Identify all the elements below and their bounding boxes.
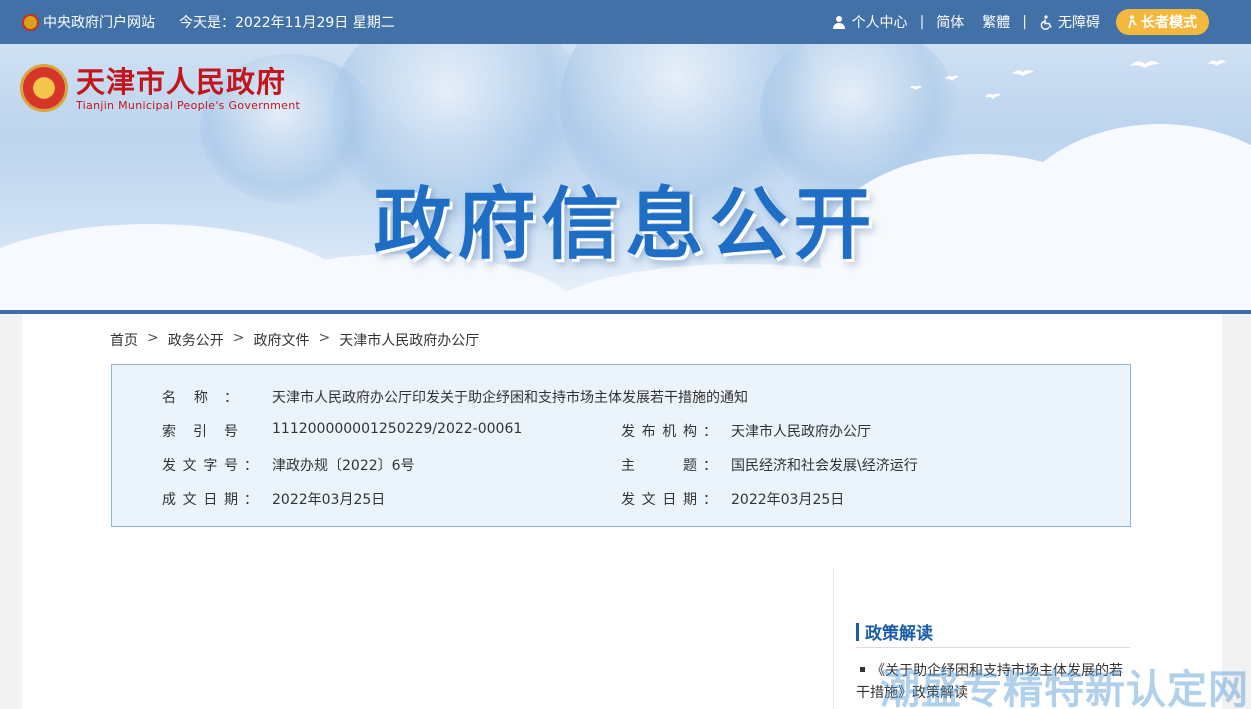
site-logo[interactable]: 天津市人民政府 Tianjin Municipal People's Gover… <box>20 64 300 112</box>
divider: | <box>919 14 925 30</box>
breadcrumb-general-office[interactable]: 天津市人民政府办公厅 <box>339 330 479 350</box>
breadcrumb-separator: > <box>147 330 159 346</box>
breadcrumb: 首页 > 政务公开 > 政府文件 > 天津市人民政府办公厅 <box>110 330 479 350</box>
user-icon <box>832 16 845 29</box>
divider: | <box>1022 14 1027 30</box>
elder-mode-label: 长者模式 <box>1141 15 1197 31</box>
header-banner: 天津市人民政府 Tianjin Municipal People's Gover… <box>0 44 1251 310</box>
personal-center-link[interactable]: 个人中心 <box>832 12 908 32</box>
simplified-chinese-link[interactable]: 简体 <box>936 12 964 32</box>
elder-icon <box>1128 15 1137 29</box>
value-doc-number: 津政办规〔2022〕6号 <box>272 458 415 474</box>
column-divider <box>833 568 834 709</box>
value-name: 天津市人民政府办公厅印发关于助企纾困和支持市场主体发展若干措施的通知 <box>272 390 748 406</box>
value-issued-date: 2022年03月25日 <box>731 492 845 508</box>
label-created-date: 成 文 日 期 <box>162 492 238 508</box>
current-date: 今天是：2022年11月29日 星期二 <box>179 15 395 31</box>
accessibility-label: 无障碍 <box>1058 15 1100 31</box>
value-subject: 国民经济和社会发展\经济运行 <box>731 458 918 474</box>
value-index: 111200000001250229/2022-00061 <box>272 421 523 437</box>
sidebar-rule <box>856 647 1130 648</box>
bird-icon <box>985 93 1001 99</box>
main-content: 首页 > 政务公开 > 政府文件 > 天津市人民政府办公厅 名 称 ： 天津市人… <box>22 314 1222 709</box>
value-created-date: 2022年03月25日 <box>272 492 386 508</box>
banner-title: 政府信息公开 <box>373 180 878 270</box>
breadcrumb-separator: > <box>318 330 331 346</box>
heading-accent-bar <box>856 622 859 641</box>
bird-icon <box>1130 61 1160 68</box>
label-issued-date: 发 文 日 期 <box>621 492 697 508</box>
elder-mode-button[interactable]: 长者模式 <box>1116 9 1209 35</box>
label-publisher: 发 布 机 构 <box>621 424 697 440</box>
watermark: 潮盛专精特新认定网 <box>880 667 1249 709</box>
bird-icon <box>1208 60 1226 66</box>
top-bar-right: 个人中心 | 简体 繁體 | 无障碍 长者模式 <box>832 0 1209 44</box>
bird-icon <box>910 85 922 90</box>
policy-interpretation-title: 政策解读 <box>865 624 933 644</box>
site-name-en: Tianjin Municipal People's Government <box>76 98 301 112</box>
central-portal-link[interactable]: 中央政府门户网站 <box>43 12 155 32</box>
value-publisher: 天津市人民政府办公厅 <box>731 424 871 440</box>
label-name: 名 称 <box>162 390 208 406</box>
bullet-icon <box>860 667 865 672</box>
personal-center-label: 个人中心 <box>851 15 908 31</box>
policy-interpretation-heading: 政策解读 <box>856 619 933 644</box>
traditional-chinese-link[interactable]: 繁體 <box>982 12 1010 32</box>
logo-text: 天津市人民政府 Tianjin Municipal People's Gover… <box>76 65 300 112</box>
breadcrumb-gov-documents[interactable]: 政府文件 <box>253 330 309 350</box>
breadcrumb-gov-affairs[interactable]: 政务公开 <box>168 330 224 350</box>
wheelchair-icon <box>1040 14 1052 30</box>
bird-icon <box>1012 70 1034 76</box>
accessibility-link[interactable]: 无障碍 <box>1039 12 1100 32</box>
label-doc-number: 发 文 字 号 <box>162 458 238 474</box>
top-bar-left: 中央政府门户网站 今天是：2022年11月29日 星期二 <box>22 0 395 44</box>
national-emblem-icon <box>22 13 39 31</box>
bird-icon <box>945 75 959 81</box>
breadcrumb-separator: > <box>232 330 245 346</box>
label-subject: 主 题 <box>621 458 697 474</box>
document-info-table: 名 称 ： 天津市人民政府办公厅印发关于助企纾困和支持市场主体发展若干措施的通知… <box>111 364 1131 527</box>
top-bar: 中央政府门户网站 今天是：2022年11月29日 星期二 个人中心 | 简体 繁… <box>0 0 1251 44</box>
national-emblem-icon <box>20 64 68 112</box>
breadcrumb-home[interactable]: 首页 <box>110 330 138 350</box>
site-name-cn: 天津市人民政府 <box>76 64 287 99</box>
